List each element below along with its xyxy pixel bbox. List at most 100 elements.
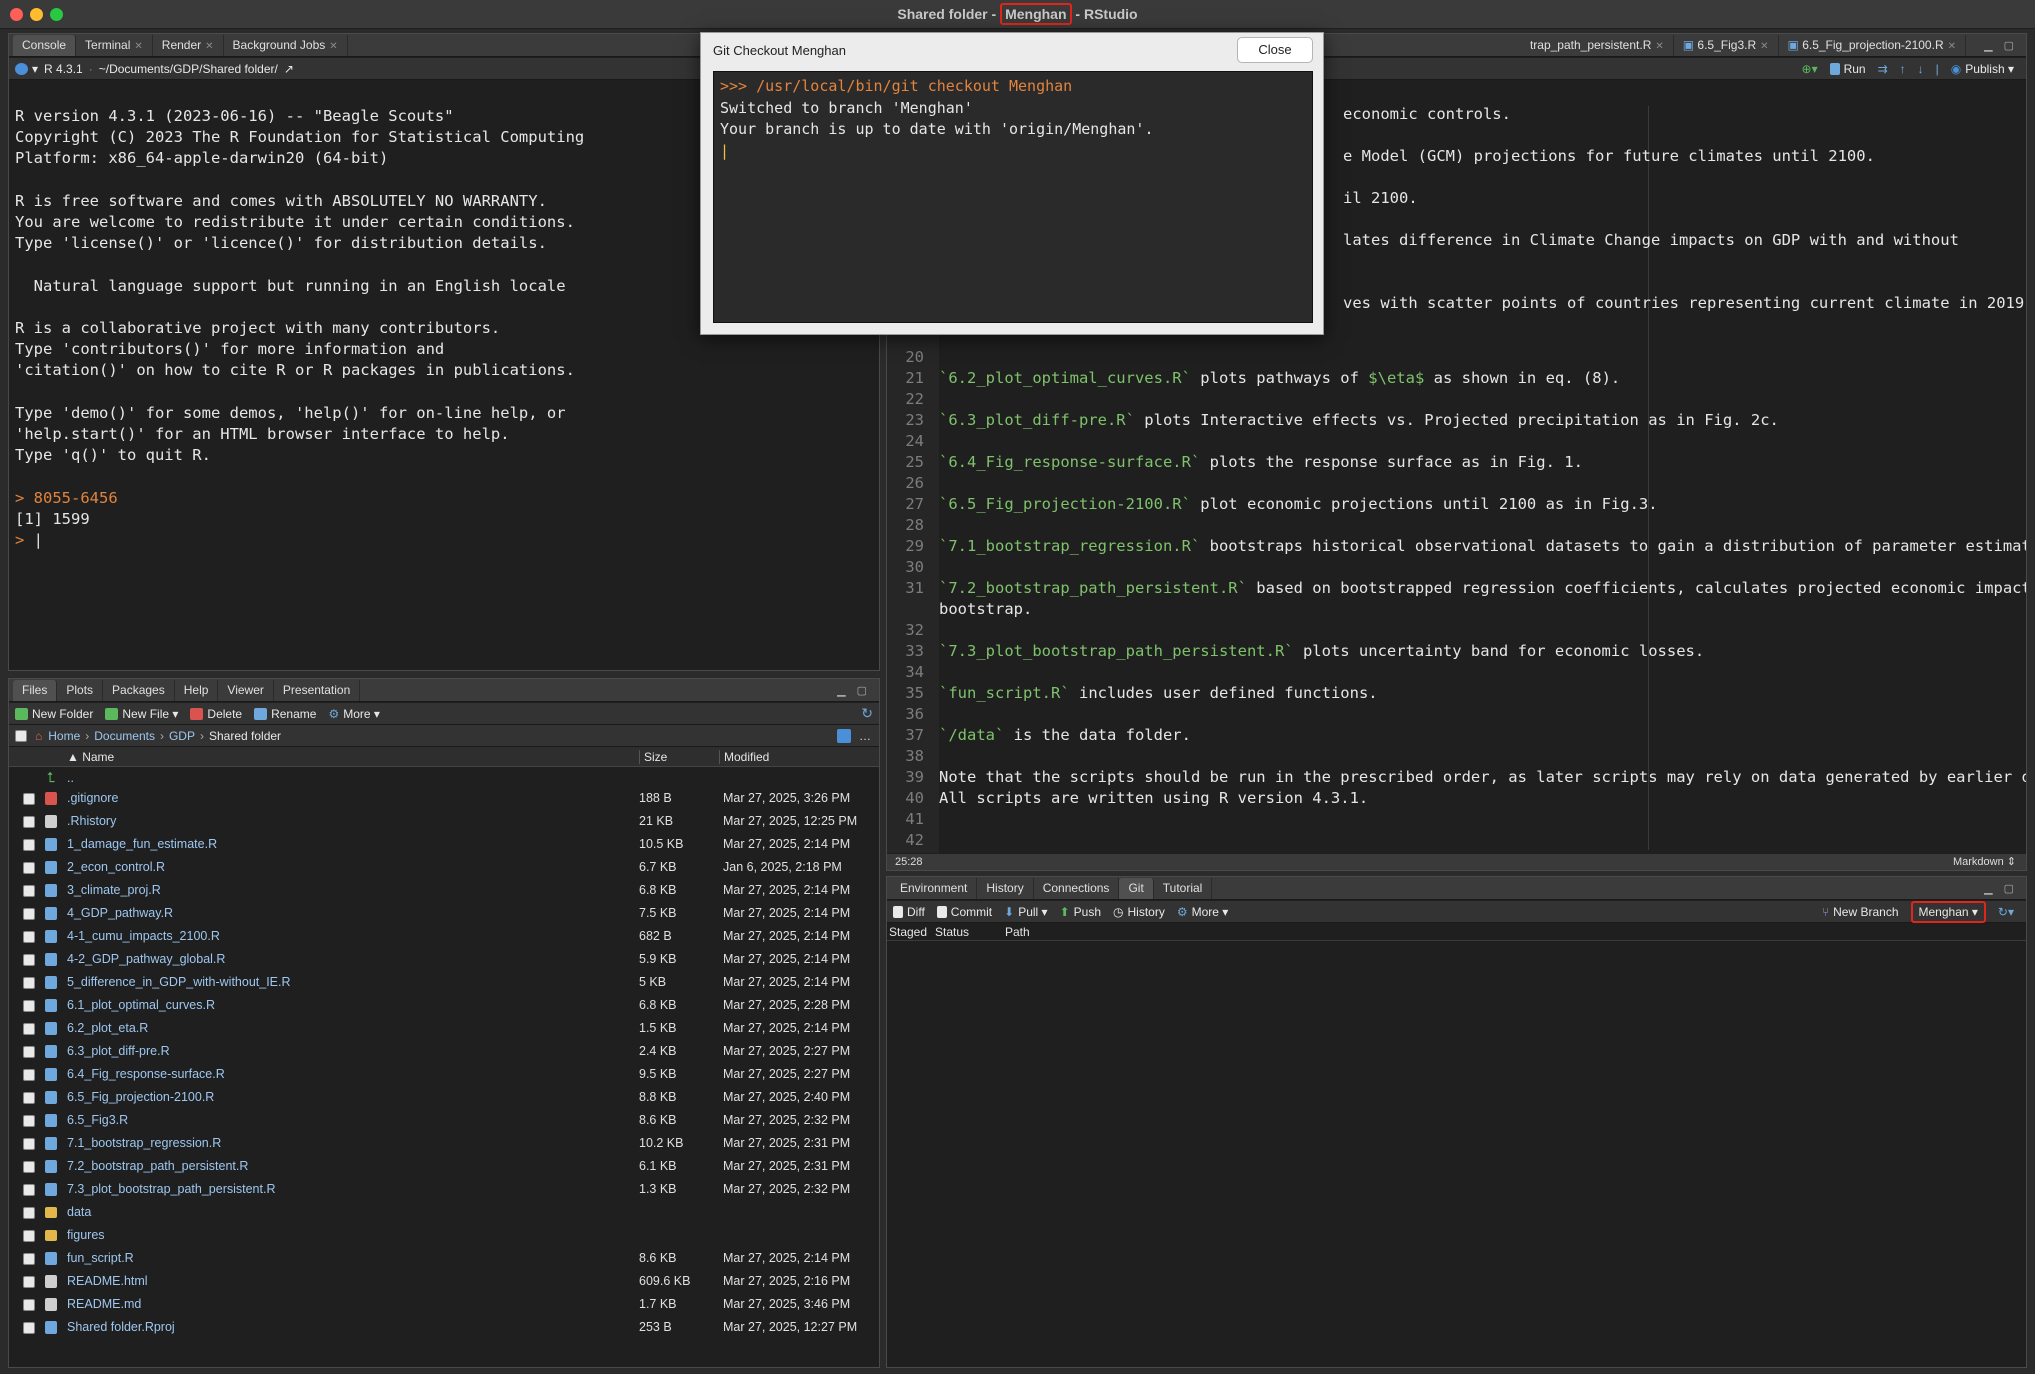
dropdown-icon[interactable]: ▾ [32,62,38,76]
insert-chunk-icon[interactable]: ⊕▾ [1802,62,1818,76]
file-checkbox[interactable] [23,1299,35,1311]
run-button[interactable]: Run [1829,62,1866,76]
header-name[interactable]: ▲ Name [67,750,114,764]
pull-button[interactable]: ⬇ Pull ▾ [1004,905,1047,919]
close-icon[interactable]: ✕ [1760,41,1768,52]
file-name[interactable]: 4-2_GDP_pathway_global.R [67,952,225,966]
tab-terminal[interactable]: Terminal ✕ [76,35,153,56]
publish-button[interactable]: ◉ Publish ▾ [1951,62,2014,76]
crumb-documents[interactable]: Documents [94,729,155,743]
header-modified[interactable]: Modified [719,750,769,764]
go-up-icon[interactable]: ↑ [1900,62,1906,76]
file-name[interactable]: 3_climate_proj.R [67,883,161,897]
file-row[interactable]: 5_difference_in_GDP_with-without_IE.R 5 K… [9,971,879,994]
tab-plots[interactable]: Plots [57,680,104,701]
file-row[interactable]: README.md 1.7 KB Mar 27, 2025, 3:46 PM [9,1293,879,1316]
tab-console[interactable]: Console [13,35,77,56]
close-icon[interactable]: ✕ [134,41,142,52]
go-down-icon[interactable]: ↓ [1918,62,1924,76]
new-file-button[interactable]: New File ▾ [105,707,178,721]
file-checkbox[interactable] [23,1069,35,1081]
file-row[interactable]: 6.5_Fig_projection-2100.R 8.8 KB Mar 27, 2… [9,1086,879,1109]
file-row[interactable]: .gitignore 188 B Mar 27, 2025, 3:26 PM [9,787,879,810]
file-name[interactable]: 6.2_plot_eta.R [67,1021,148,1035]
tab-fig-projection[interactable]: ▣ 6.5_Fig_projection-2100.R ✕ [1779,35,1966,56]
tab-connections[interactable]: Connections [1034,878,1120,899]
file-name[interactable]: fun_script.R [67,1251,134,1265]
file-checkbox[interactable] [23,1253,35,1265]
file-checkbox[interactable] [23,1023,35,1035]
file-checkbox[interactable] [23,1161,35,1173]
console-prompt[interactable]: > | [15,530,873,551]
file-name[interactable]: 4-1_cumu_impacts_2100.R [67,929,220,943]
file-name[interactable]: 5_difference_in_GDP_with-without_IE.R [67,975,291,989]
tab-history[interactable]: History [977,878,1034,899]
tab-tutorial[interactable]: Tutorial [1154,878,1213,899]
close-window-button[interactable] [10,8,23,21]
branch-selector[interactable]: Menghan ▾ [1910,900,1986,923]
file-row[interactable]: figures [9,1224,879,1247]
working-directory-path[interactable]: ~/Documents/GDP/Shared folder/ [99,62,278,76]
history-button[interactable]: ◷ History [1113,905,1165,919]
file-name[interactable]: 4_GDP_pathway.R [67,906,173,920]
file-checkbox[interactable] [23,1322,35,1334]
file-checkbox[interactable] [23,1184,35,1196]
file-row[interactable]: 4-1_cumu_impacts_2100.R 682 B Mar 27, 2025… [9,925,879,948]
file-row[interactable]: 7.1_bootstrap_regression.R 10.2 KB Mar 27,… [9,1132,879,1155]
file-name[interactable]: .Rhistory [67,814,116,828]
file-checkbox[interactable] [23,1276,35,1288]
file-name[interactable]: 7.3_plot_bootstrap_path_persistent.R [67,1182,275,1196]
tab-fig3[interactable]: ▣ 6.5_Fig3.R ✕ [1674,35,1779,56]
pane-window-controls[interactable]: ▁ ▢ [1984,39,2018,52]
file-name[interactable]: README.html [67,1274,148,1288]
file-name[interactable]: 7.2_bootstrap_path_persistent.R [67,1159,248,1173]
file-row[interactable]: 6.3_plot_diff-pre.R 2.4 KB Mar 27, 2025, 2… [9,1040,879,1063]
file-row[interactable]: 1_damage_fun_estimate.R 10.5 KB Mar 27, 20… [9,833,879,856]
rerun-icon[interactable]: ⇉ [1878,62,1888,76]
file-checkbox[interactable] [23,954,35,966]
tab-environment[interactable]: Environment [891,878,978,899]
file-checkbox[interactable] [23,1115,35,1127]
minimize-window-button[interactable] [30,8,43,21]
header-staged[interactable]: Staged [889,925,927,939]
file-checkbox[interactable] [23,816,35,828]
file-name[interactable]: 7.1_bootstrap_regression.R [67,1136,221,1150]
refresh-icon[interactable]: ↻ [861,705,873,722]
file-checkbox[interactable] [23,1000,35,1012]
file-name[interactable]: 6.4_Fig_response-surface.R [67,1067,225,1081]
select-all-checkbox[interactable] [15,729,27,742]
close-button[interactable]: Close [1237,37,1313,63]
file-name[interactable]: 2_econ_control.R [67,860,165,874]
new-folder-button[interactable]: New Folder [15,707,93,721]
file-name[interactable]: .gitignore [67,791,118,805]
file-row[interactable]: data [9,1201,879,1224]
file-row[interactable]: 7.3_plot_bootstrap_path_persistent.R 1.3 … [9,1178,879,1201]
file-checkbox[interactable] [23,793,35,805]
file-checkbox[interactable] [23,1230,35,1242]
file-row[interactable]: 2_econ_control.R 6.7 KB Jan 6, 2025, 2:18 … [9,856,879,879]
file-name[interactable]: 6.1_plot_optimal_curves.R [67,998,215,1012]
file-row[interactable]: 7.2_bootstrap_path_persistent.R 6.1 KB Mar… [9,1155,879,1178]
header-status[interactable]: Status [935,925,969,939]
file-checkbox[interactable] [23,908,35,920]
tab-packages[interactable]: Packages [103,680,175,701]
pane-window-controls[interactable]: ▁ ▢ [1984,882,2018,895]
file-row[interactable]: 4_GDP_pathway.R 7.5 KB Mar 27, 2025, 2:14 … [9,902,879,925]
more-button[interactable]: ⚙ More ▾ [328,707,379,721]
file-row[interactable]: 6.1_plot_optimal_curves.R 6.8 KB Mar 27, 2… [9,994,879,1017]
parent-dir-row[interactable]: ⮤ .. [9,767,879,789]
file-name[interactable]: figures [67,1228,105,1242]
close-icon[interactable]: ✕ [205,41,213,52]
close-icon[interactable]: ✕ [1948,41,1956,52]
delete-button[interactable]: Delete [190,707,242,721]
refresh-icon[interactable]: ↻▾ [1998,905,2014,919]
crumb-gdp[interactable]: GDP [169,729,195,743]
header-size[interactable]: Size [639,750,667,764]
file-row[interactable]: 6.2_plot_eta.R 1.5 KB Mar 27, 2025, 2:14 P… [9,1017,879,1040]
file-name[interactable]: Shared folder.Rproj [67,1320,175,1334]
source-icon[interactable]: | [1936,62,1939,76]
file-checkbox[interactable] [23,1207,35,1219]
tab-render[interactable]: Render ✕ [153,35,224,56]
more-options-icon[interactable]: … [859,729,871,743]
zoom-window-button[interactable] [50,8,63,21]
